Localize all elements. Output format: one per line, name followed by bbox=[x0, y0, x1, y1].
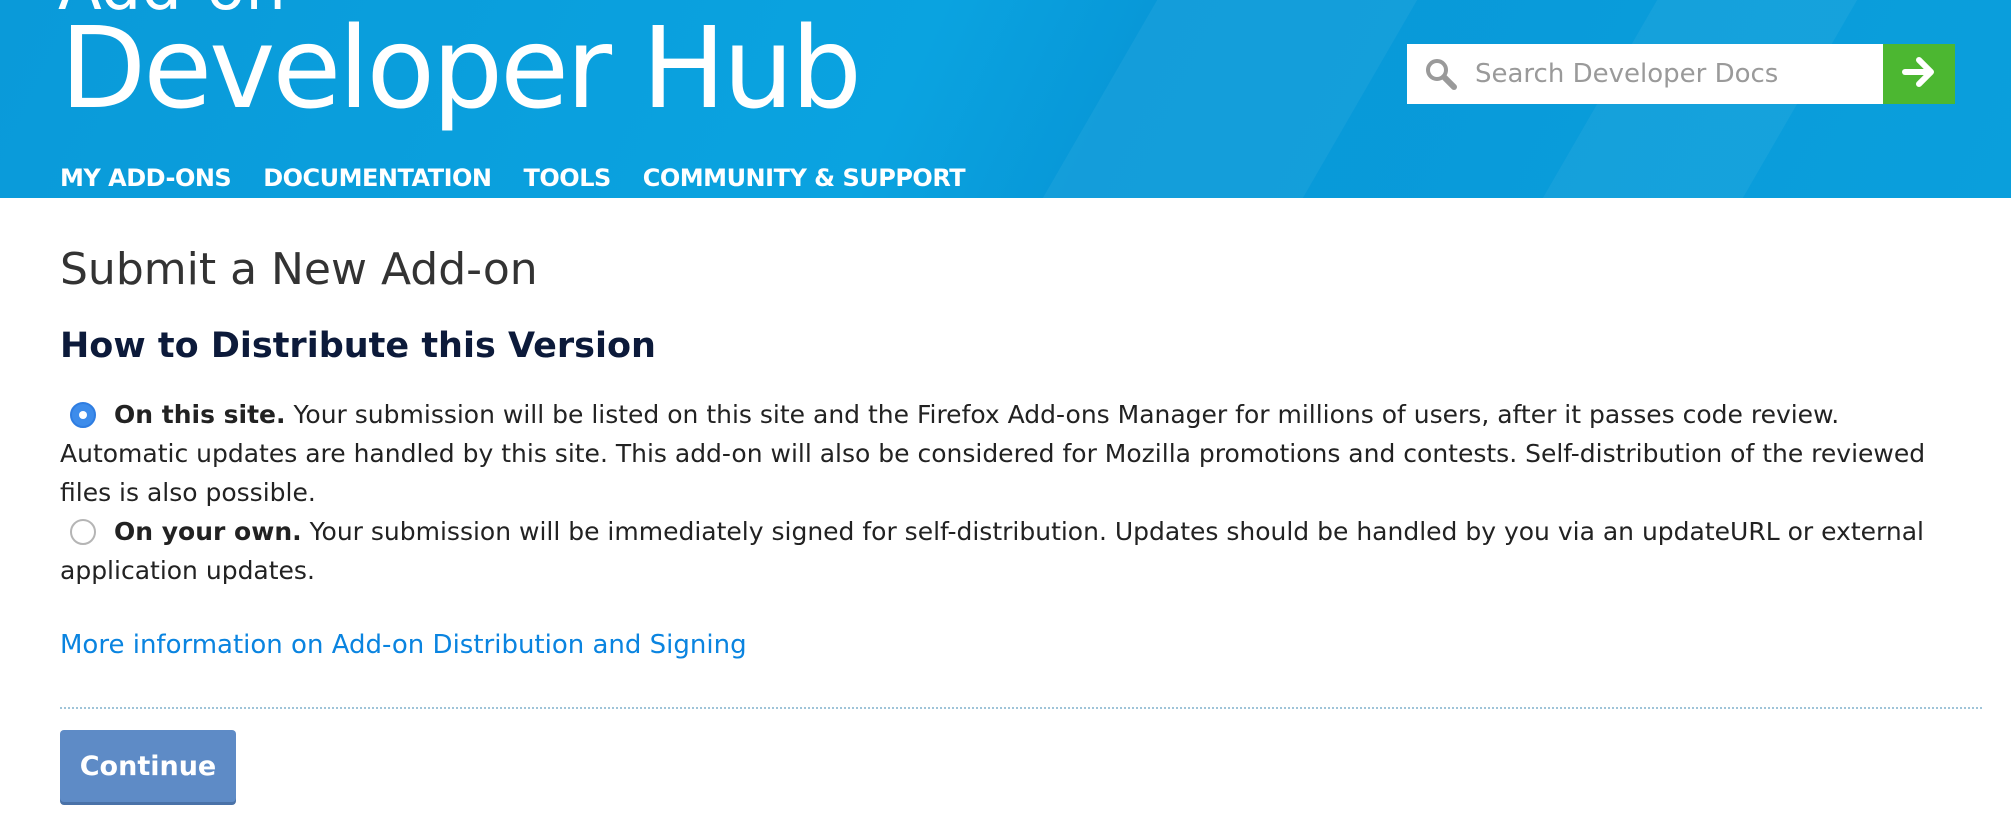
search-submit-button[interactable] bbox=[1883, 44, 1955, 104]
section-title: How to Distribute this Version bbox=[60, 326, 656, 366]
radio-on-this-site[interactable] bbox=[70, 402, 96, 428]
nav-item-documentation[interactable]: DOCUMENTATION bbox=[263, 164, 492, 192]
site-header: Add-on Developer Hub MY ADD-ONS DOCUMENT… bbox=[0, 0, 2011, 198]
nav-item-my-add-ons[interactable]: MY ADD-ONS bbox=[60, 164, 232, 192]
option-on-your-own[interactable]: On your own. Your submission will be imm… bbox=[60, 512, 1960, 590]
search-input[interactable] bbox=[1473, 58, 1877, 90]
nav-item-community-support[interactable]: COMMUNITY & SUPPORT bbox=[643, 164, 966, 192]
main-nav: MY ADD-ONS DOCUMENTATION TOOLS COMMUNITY… bbox=[60, 164, 997, 192]
search-icon bbox=[1423, 56, 1459, 92]
divider bbox=[60, 707, 1982, 709]
search-box bbox=[1407, 44, 1955, 104]
page-title: Submit a New Add-on bbox=[60, 244, 538, 295]
more-info-link[interactable]: More information on Add-on Distribution … bbox=[60, 630, 747, 660]
header-decoration bbox=[1042, 0, 1418, 198]
site-title[interactable]: Developer Hub bbox=[60, 6, 862, 132]
radio-on-your-own[interactable] bbox=[70, 519, 96, 545]
distribution-options: On this site. Your submission will be li… bbox=[60, 395, 1960, 590]
option-label: On your own. bbox=[114, 517, 302, 546]
option-on-this-site[interactable]: On this site. Your submission will be li… bbox=[60, 395, 1960, 512]
nav-item-tools[interactable]: TOOLS bbox=[524, 164, 612, 192]
option-description: Your submission will be listed on this s… bbox=[60, 400, 1926, 507]
option-description: Your submission will be immediately sign… bbox=[60, 517, 1924, 585]
continue-button[interactable]: Continue bbox=[60, 730, 236, 802]
option-label: On this site. bbox=[114, 400, 286, 429]
arrow-right-icon bbox=[1899, 52, 1939, 97]
